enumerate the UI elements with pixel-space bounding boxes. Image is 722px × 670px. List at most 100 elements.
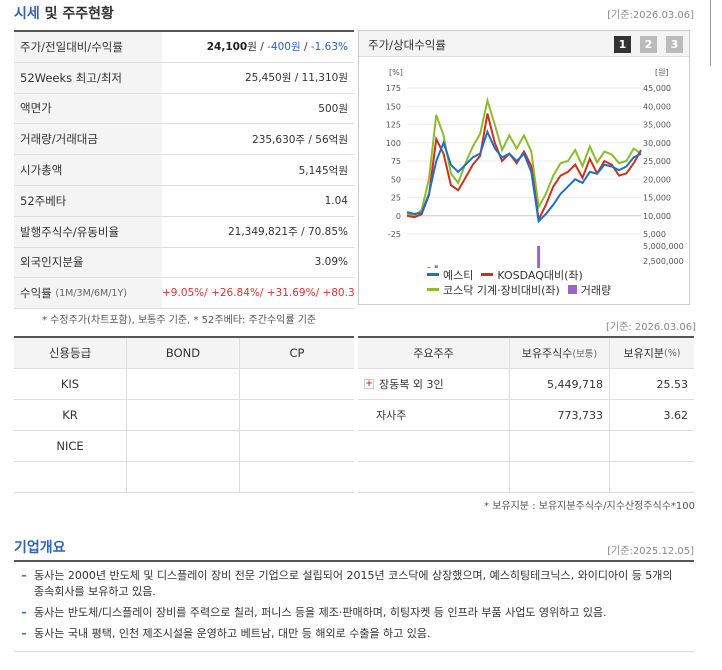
left-tick-label: 0 <box>396 212 401 221</box>
chart-date: [기준: 2026.03.06] <box>605 322 696 333</box>
bullet-icon: – <box>21 606 27 619</box>
right-tick-label: 40,000 <box>643 102 671 111</box>
pct-cell <box>610 462 694 492</box>
shareholder-name-cell <box>358 431 510 461</box>
row-value: 5,145억원 <box>298 164 348 177</box>
bond-cell <box>127 431 240 461</box>
list-item: – 동사는 반도체/디스플레이 장비를 주력으로 칠러, 퍼니스 등을 제조·판매… <box>14 605 694 621</box>
sector-relative-line <box>406 96 642 217</box>
pct-cell: 3.62 <box>663 408 689 422</box>
agency-cell: KIS <box>14 369 127 399</box>
col-header: 신용등급 <box>14 338 127 368</box>
row-value: 235,630주 / 56억원 <box>252 133 348 146</box>
cp-cell <box>240 462 354 492</box>
left-tick-label: 175 <box>386 84 401 93</box>
cp-cell <box>240 400 354 430</box>
bond-cell <box>127 369 240 399</box>
row-value: 3.09% <box>314 256 348 269</box>
row-value: +9.05%/ +26.84%/ +31.69%/ +80.39% <box>162 287 354 300</box>
right-tick-label: 20,000 <box>643 175 671 184</box>
row-value: 500원 <box>318 102 348 115</box>
cp-cell <box>240 369 354 399</box>
period-button-2[interactable]: 2 <box>640 36 657 53</box>
legend-sector: 코스닥 기계·장비대비(좌) <box>427 282 560 298</box>
period-button-1[interactable]: 1 <box>614 36 631 53</box>
volume-tick-label: 2,500,000 <box>643 257 684 266</box>
overview-list: – 동사는 2000년 반도체 및 디스플레이 장비 전문 기업으로 설립되어 2… <box>14 560 694 652</box>
row-label: 시가총액 <box>14 155 162 185</box>
period-button-3[interactable]: 3 <box>666 36 683 53</box>
left-tick-label: 125 <box>386 121 401 130</box>
shares-cell: 773,733 <box>510 400 610 430</box>
table-header: 주요주주 보유주식수 (보통) 보유지분 (%) <box>358 338 694 369</box>
row-label: 주가/전일대비/수익률 <box>14 32 162 62</box>
shareholder-note: * 보유지분 : 보유지분주식수/지수산정주식수*100 <box>484 501 695 512</box>
table-row: KR <box>14 400 354 431</box>
row-value: 24,100원 / -400원 / -1.63% <box>206 41 348 54</box>
shares-cell <box>510 431 610 461</box>
market-row-52weeks: 52Weeks 최고/최저 25,450원 / 11,310원 <box>14 62 354 94</box>
table-row <box>358 462 694 493</box>
bullet-icon: – <box>21 569 27 582</box>
right-tick-label: 15,000 <box>643 194 671 203</box>
market-row-shares: 발행주식수/유동비율 21,349,821주 / 70.85% <box>14 216 354 248</box>
row-label: 수익률 (1M/3M/6M/1Y) <box>14 278 162 309</box>
row-label: 액면가 <box>14 93 162 124</box>
row-value: 21,349,821주 / 70.85% <box>227 226 348 239</box>
table-row: 자사주 773,733 3.62 <box>358 400 694 431</box>
right-tick-label: 30,000 <box>643 139 671 148</box>
price-chart: [%] [원] 175 150 125 100 75 50 25 0 -25 45,000 40,000… <box>386 68 684 268</box>
shares-cell: 5,449,718 <box>510 369 610 399</box>
right-tick-label: 10,000 <box>643 212 671 221</box>
left-tick-label: 25 <box>391 194 401 203</box>
col-header: BOND <box>127 338 240 368</box>
pct-cell <box>610 431 694 461</box>
row-label: 거래량/거래대금 <box>14 124 162 155</box>
market-section-header: 시세 및 주주현황 [기준:2026.03.06] <box>0 0 700 26</box>
chart-header: 주가/상대수익률 1 2 3 <box>359 31 689 57</box>
row-value: 25,450원 / 11,310원 <box>244 72 348 85</box>
market-row-foreign: 외국인지분율 3.09% <box>14 247 354 279</box>
agency-cell: NICE <box>14 431 127 461</box>
market-row-returns: 수익률 (1M/3M/6M/1Y) +9.05%/ +26.84%/ +31.6… <box>14 278 354 310</box>
agency-cell: KR <box>14 400 127 430</box>
volume-tick-label: 5,000,000 <box>643 242 684 251</box>
shareholder-link[interactable]: 장동복 외 3인 <box>379 376 444 392</box>
table-row <box>358 431 694 462</box>
row-label: 외국인지분율 <box>14 247 162 278</box>
row-label: 발행주식수/유동비율 <box>14 216 162 247</box>
market-row-volume: 거래량/거래대금 235,630주 / 56억원 <box>14 124 354 156</box>
market-table: 주가/전일대비/수익률 24,100원 / -400원 / -1.63% 52W… <box>14 30 354 310</box>
pct-cell: 25.53 <box>656 377 689 391</box>
legend-price: 예스티 <box>427 267 473 283</box>
expand-icon[interactable]: + <box>364 379 374 389</box>
left-tick-label: -25 <box>388 230 401 239</box>
cp-cell <box>240 431 354 461</box>
left-tick-label: 150 <box>386 102 401 111</box>
legend-kosdaq: KOSDAQ대비(좌) <box>481 267 583 283</box>
shares-cell <box>510 462 610 492</box>
shareholder-name-cell <box>358 462 510 492</box>
chart-panel: 주가/상대수익률 1 2 3 [%] [원] 175 150 125 100 75 50 25 0… <box>358 30 690 305</box>
chart-title: 주가/상대수익률 <box>368 38 446 52</box>
table-row <box>14 462 354 493</box>
market-row-beta: 52주베타 1.04 <box>14 185 354 217</box>
scroll-edge <box>710 0 711 66</box>
right-tick-label: 25,000 <box>643 157 671 166</box>
table-row: + 장동복 외 3인 5,449,718 25.53 <box>358 369 694 400</box>
left-tick-label: 50 <box>391 175 401 184</box>
shareholder-table: 주요주주 보유주식수 (보통) 보유지분 (%) + 장동복 외 3인 5,449,7… <box>358 336 694 493</box>
right-tick-label: 5,000 <box>643 230 666 239</box>
table-row: NICE <box>14 431 354 462</box>
col-header: CP <box>289 346 305 360</box>
agency-cell <box>14 462 127 492</box>
left-tick-label: 75 <box>391 157 401 166</box>
list-item: – 동사는 2000년 반도체 및 디스플레이 장비 전문 기업으로 설립되어 2… <box>14 568 694 600</box>
col-header: 보유주식수 (보통) <box>510 338 610 368</box>
chart-legend: 예스티 KOSDAQ대비(좌) 코스닥 기계·장비대비(좌) 거래량 <box>427 267 619 297</box>
col-header: 주요주주 <box>358 338 510 368</box>
market-note: * 수정주가(차트포함), 보통주 기준, * 52주베타: 주간수익률 기준 <box>42 315 317 326</box>
shareholder-name-cell: 자사주 <box>358 400 510 430</box>
bullet-icon: – <box>21 627 27 640</box>
market-row-par-value: 액면가 500원 <box>14 93 354 125</box>
